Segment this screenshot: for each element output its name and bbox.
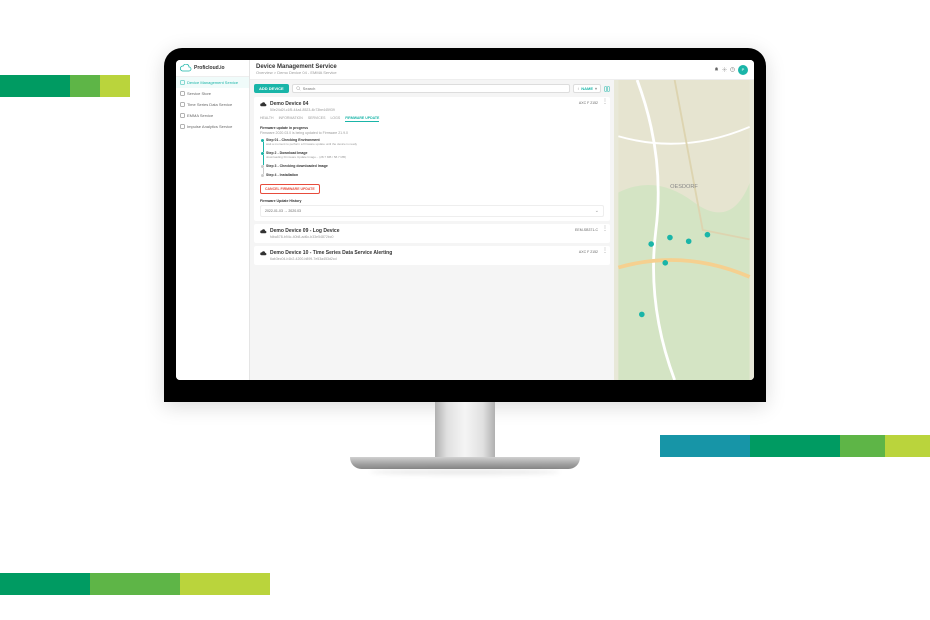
device-id: 50e24d2f-c1f5-44a4-8523-4b73be445939	[270, 108, 335, 112]
toolbar: ADD DEVICE ↕ NAME ▾	[254, 84, 610, 93]
cart-icon	[180, 91, 185, 96]
decorative-stripe-bottom-left	[0, 573, 270, 595]
gauge-icon	[180, 113, 185, 118]
tab-services[interactable]: SERVICES	[308, 116, 326, 122]
chart-icon	[180, 102, 185, 107]
tab-logs[interactable]: LOGS	[330, 116, 340, 122]
device-card[interactable]: ⋮ Demo Device 09 - Log Devicefdba578-b94c…	[254, 224, 610, 243]
sidebar-item-label: Device Management Service	[187, 80, 238, 85]
logo[interactable]: Proficloud.io	[176, 60, 249, 77]
gear-icon[interactable]	[722, 67, 727, 72]
step-desc: downloading Firmware Update Image... (28…	[266, 155, 604, 159]
more-icon[interactable]: ⋮	[602, 99, 608, 105]
search-input-wrapper[interactable]	[292, 84, 571, 93]
columns-icon[interactable]	[604, 86, 610, 92]
monitor-stand-base	[350, 457, 580, 469]
history-heading: Firmware Update History	[260, 199, 604, 203]
history-item-label: 2022-01-03 → 2020.03	[265, 209, 301, 213]
map-panel[interactable]: OESDORF	[614, 80, 754, 380]
device-type: AXC F 2152	[579, 250, 598, 254]
monitor-stand-neck	[435, 402, 495, 457]
cloud-icon	[260, 102, 267, 107]
step-title: Step 3 - Checking downloaded Image	[266, 164, 604, 168]
add-device-button[interactable]: ADD DEVICE	[254, 84, 289, 93]
breadcrumb: Overview > Demo Device 04 - EMMA Service	[256, 70, 714, 75]
device-type: AXC F 2152	[579, 101, 598, 105]
sidebar-item-3[interactable]: EMMA Service	[176, 110, 249, 121]
device-icon	[180, 80, 185, 85]
firmware-step-1: Step 2 - Download Imagedownloading Firmw…	[266, 151, 604, 164]
svg-text:?: ?	[732, 68, 734, 72]
cloud-icon	[260, 251, 267, 256]
decorative-stripe-top-left	[0, 75, 130, 97]
device-card-expanded: ⋮ Demo Device 04 50e24d2f-c1f5-44a4-8523…	[254, 97, 610, 221]
sidebar-item-label: Service Store	[187, 91, 211, 96]
more-icon[interactable]: ⋮	[602, 248, 608, 254]
cancel-firmware-button[interactable]: CANCEL FIRMWARE UPDATE	[260, 184, 320, 194]
search-icon	[296, 86, 301, 91]
chevron-down-icon: ⌄	[595, 208, 599, 214]
device-type: EEM-SB371-C	[575, 228, 598, 232]
tab-information[interactable]: INFORMATION	[279, 116, 303, 122]
device-name: Demo Device 09 - Log Device	[270, 228, 339, 234]
sidebar-item-2[interactable]: Time Series Data Service	[176, 99, 249, 110]
more-icon[interactable]: ⋮	[602, 226, 608, 232]
avatar[interactable]: P	[738, 65, 748, 75]
header: Device Management Service Overview > Dem…	[250, 60, 754, 80]
step-desc: wait a moment to perform a firmware upda…	[266, 142, 604, 146]
firmware-heading: Firmware update in progress	[260, 126, 604, 130]
cloud-icon	[260, 229, 267, 234]
device-id: fdba578-b94c-40b8-ad6c-b33e54872bc0	[270, 235, 339, 239]
device-name: Demo Device 04	[270, 101, 335, 107]
logo-text: Proficloud.io	[194, 65, 225, 71]
analytics-icon	[180, 124, 185, 129]
step-title: Step 4 - Installation	[266, 173, 604, 177]
sidebar-item-label: Time Series Data Service	[187, 102, 232, 107]
search-input[interactable]	[303, 86, 567, 91]
device-id: 6ab3ec04-b1b2-4200-b899-7e53a453d2cd	[270, 257, 392, 261]
sidebar-item-label: Impulse Analytics Service	[187, 124, 232, 129]
sidebar-item-1[interactable]: Service Store	[176, 88, 249, 99]
device-name: Demo Device 10 - Time Series Data Servic…	[270, 250, 392, 256]
monitor-frame: Proficloud.io Device Management Service S…	[164, 48, 766, 469]
sidebar-item-4[interactable]: Impulse Analytics Service	[176, 121, 249, 132]
svg-text:OESDORF: OESDORF	[670, 184, 698, 190]
history-item[interactable]: 2022-01-03 → 2020.03 ⌄	[260, 205, 604, 217]
bell-icon[interactable]	[714, 67, 719, 72]
firmware-step-0: Step 01 - Checking Environmentwait a mom…	[266, 138, 604, 151]
sort-label: NAME	[581, 86, 593, 91]
firmware-step-2: Step 3 - Checking downloaded Image	[266, 164, 604, 173]
sidebar-item-label: EMMA Service	[187, 113, 213, 118]
help-icon[interactable]: ?	[730, 67, 735, 72]
device-card[interactable]: ⋮ Demo Device 10 - Time Series Data Servi…	[254, 246, 610, 265]
sidebar: Proficloud.io Device Management Service S…	[176, 60, 250, 380]
firmware-sub: Firmware 2020.03.0 is being updated to F…	[260, 131, 604, 135]
tab-firmware-update[interactable]: FIRMWARE UPDATE	[345, 116, 379, 122]
sidebar-item-0[interactable]: Device Management Service	[176, 77, 249, 88]
tab-health[interactable]: HEALTH	[260, 116, 274, 122]
tabs: HEALTH INFORMATION SERVICES LOGS FIRMWARE UP…	[260, 116, 604, 122]
firmware-step-3: Step 4 - Installation	[266, 173, 604, 182]
sort-dropdown[interactable]: ↕ NAME ▾	[573, 84, 601, 93]
cloud-icon	[180, 64, 192, 72]
